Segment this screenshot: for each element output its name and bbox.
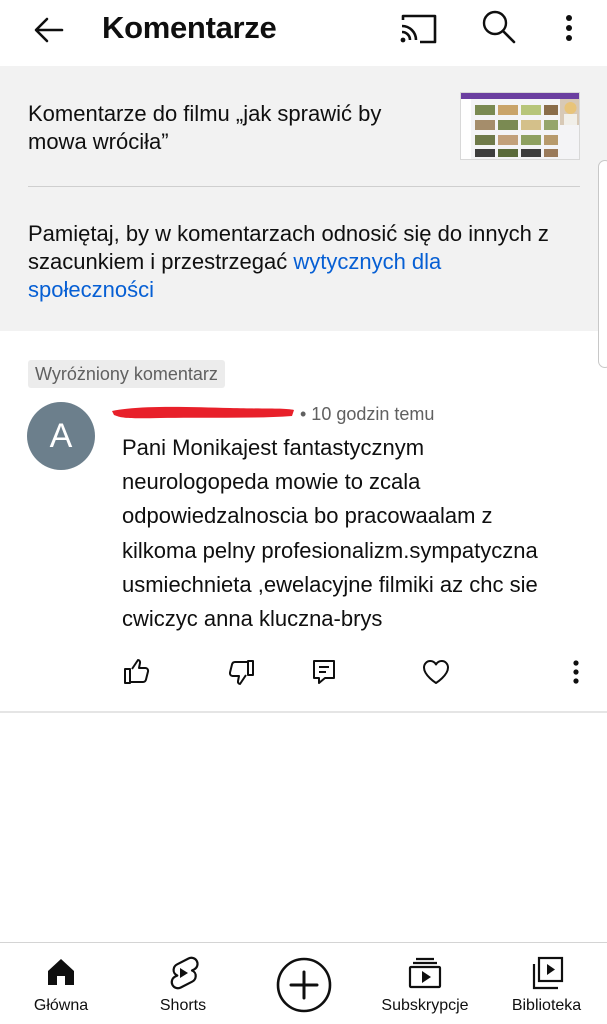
tab-home-label: Główna (33, 997, 89, 1014)
comment-timestamp: • 10 godzin temu (300, 404, 435, 424)
community-guidelines-note: Pamiętaj, by w komentarzach odnosić się … (28, 220, 568, 304)
heart-icon[interactable] (420, 656, 452, 688)
bottom-navigation: Główna Shorts Subskrypcje Biblioteka (0, 942, 607, 1024)
avatar[interactable]: A (27, 402, 95, 470)
tab-create[interactable] (244, 943, 364, 1024)
reply-icon[interactable] (308, 656, 340, 688)
comment-more-icon[interactable] (560, 656, 592, 688)
tab-shorts[interactable]: Shorts (122, 943, 244, 1024)
redacted-author-name (110, 402, 296, 422)
cast-icon[interactable] (398, 8, 440, 48)
back-arrow-icon[interactable] (28, 10, 68, 50)
scrollbar-handle[interactable] (598, 160, 607, 368)
subscriptions-icon (408, 957, 442, 989)
comment-divider (0, 711, 607, 713)
more-vert-icon[interactable] (554, 8, 584, 48)
search-icon[interactable] (478, 6, 520, 48)
thumb-up-icon[interactable] (120, 656, 152, 688)
page-title: Komentarze (102, 10, 277, 45)
guidelines-text: Pamiętaj, by w komentarzach odnosić się … (28, 221, 549, 274)
thumb-down-icon[interactable] (226, 656, 258, 688)
tab-subscriptions-label: Subskrypcje (381, 997, 469, 1014)
tab-home[interactable]: Główna (0, 943, 122, 1024)
tab-library-label: Biblioteka (511, 997, 582, 1014)
top-app-bar: Komentarze (0, 0, 607, 62)
header-divider (28, 186, 580, 187)
pinned-comment-badge: Wyróżniony komentarz (28, 360, 225, 388)
tab-subscriptions[interactable]: Subskrypcje (364, 943, 486, 1024)
home-icon (48, 959, 74, 985)
shorts-icon (170, 956, 199, 990)
video-thumbnail[interactable] (460, 92, 580, 160)
video-comments-title: Komentarze do filmu „jak sprawić by mowa… (28, 101, 382, 154)
create-plus-icon (276, 957, 332, 1013)
tab-library[interactable]: Biblioteka (486, 943, 607, 1024)
comment-text: Pani Monikajest fantastycznym neurologop… (122, 435, 538, 632)
tab-shorts-label: Shorts (159, 997, 207, 1014)
library-icon (532, 956, 563, 990)
